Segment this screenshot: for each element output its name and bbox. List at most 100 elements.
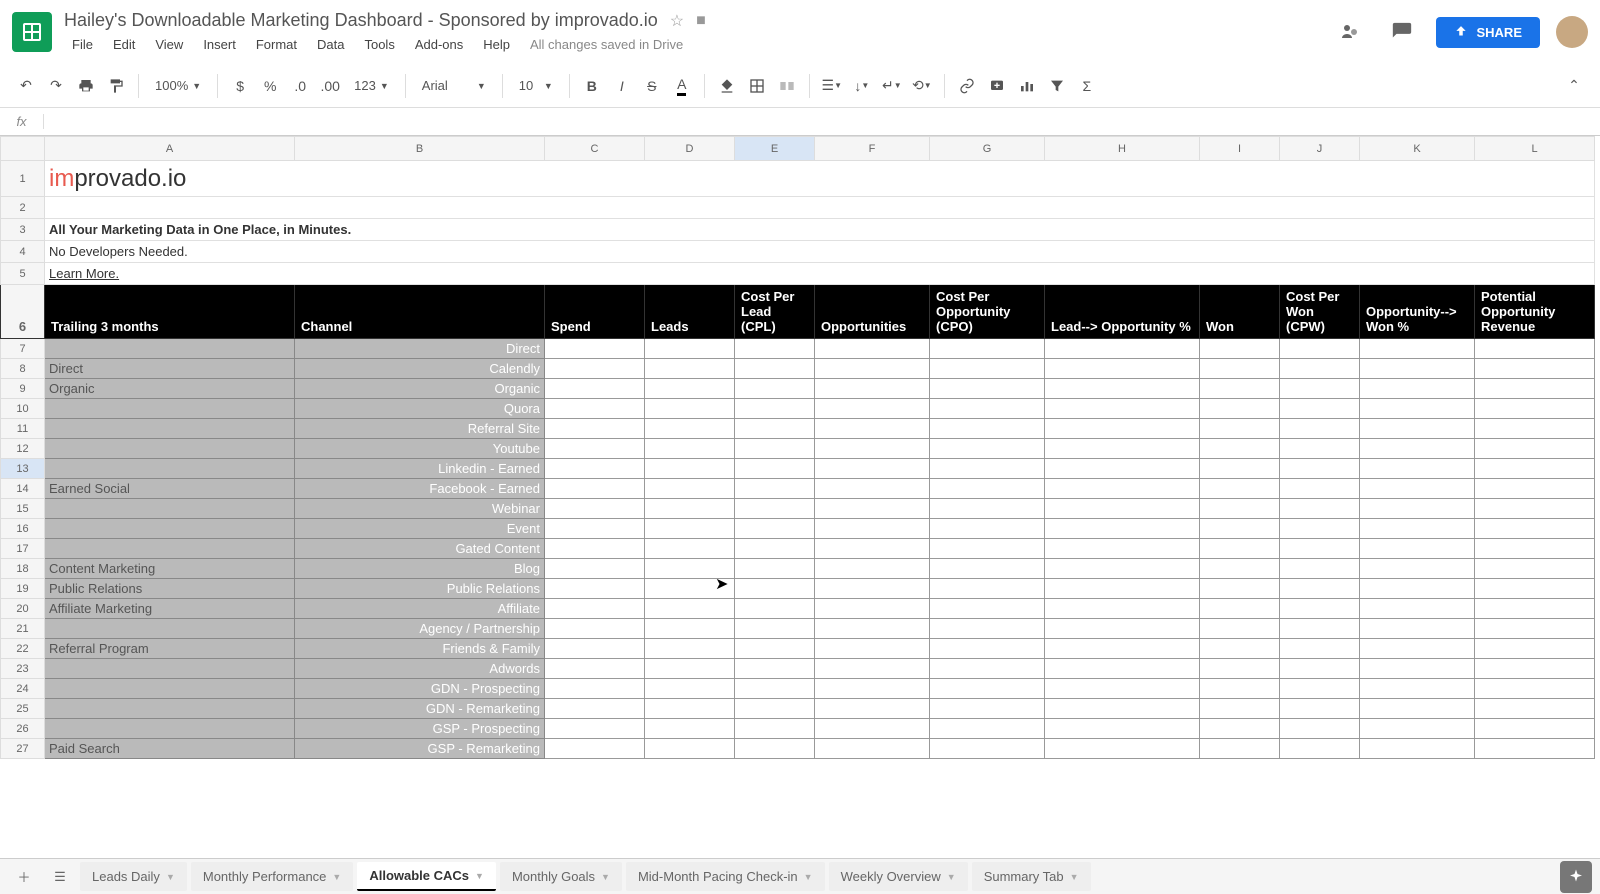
menu-insert[interactable]: Insert: [195, 35, 244, 54]
data-cell[interactable]: [645, 459, 735, 479]
data-cell[interactable]: [645, 519, 735, 539]
data-cell[interactable]: [1280, 699, 1360, 719]
data-cell[interactable]: [930, 539, 1045, 559]
data-cell[interactable]: [735, 739, 815, 759]
data-cell[interactable]: [1360, 619, 1475, 639]
data-cell[interactable]: [1045, 339, 1200, 359]
channel-cell[interactable]: Gated Content: [295, 539, 545, 559]
fill-color-button[interactable]: [713, 72, 741, 100]
data-cell[interactable]: [1045, 599, 1200, 619]
data-cell[interactable]: [735, 399, 815, 419]
data-cell[interactable]: [645, 639, 735, 659]
data-cell[interactable]: [735, 639, 815, 659]
category-cell[interactable]: Organic: [45, 379, 295, 399]
data-cell[interactable]: [815, 479, 930, 499]
data-cell[interactable]: [1475, 519, 1595, 539]
decrease-decimal-button[interactable]: .0: [286, 72, 314, 100]
all-sheets-button[interactable]: ☰: [44, 861, 76, 893]
data-cell[interactable]: [1360, 719, 1475, 739]
text-wrap-button[interactable]: ↵▼: [878, 72, 906, 100]
data-cell[interactable]: [545, 719, 645, 739]
category-cell[interactable]: [45, 439, 295, 459]
data-cell[interactable]: [930, 659, 1045, 679]
percent-button[interactable]: %: [256, 72, 284, 100]
row-header-13[interactable]: 13: [1, 459, 45, 479]
data-cell[interactable]: [1280, 739, 1360, 759]
channel-cell[interactable]: Public Relations: [295, 579, 545, 599]
category-cell[interactable]: [45, 719, 295, 739]
row-header-8[interactable]: 8: [1, 359, 45, 379]
row-header-24[interactable]: 24: [1, 679, 45, 699]
data-cell[interactable]: [735, 719, 815, 739]
data-cell[interactable]: [930, 579, 1045, 599]
data-cell[interactable]: [645, 539, 735, 559]
data-cell[interactable]: [930, 479, 1045, 499]
channel-cell[interactable]: GDN - Remarketing: [295, 699, 545, 719]
col-header-F[interactable]: F: [815, 137, 930, 161]
data-cell[interactable]: [815, 499, 930, 519]
undo-button[interactable]: ↶: [12, 72, 40, 100]
data-cell[interactable]: [930, 679, 1045, 699]
data-cell[interactable]: [1200, 499, 1280, 519]
data-cell[interactable]: [1360, 579, 1475, 599]
channel-cell[interactable]: Linkedin - Earned: [295, 459, 545, 479]
data-cell[interactable]: [1475, 719, 1595, 739]
menu-view[interactable]: View: [147, 35, 191, 54]
data-cell[interactable]: [930, 399, 1045, 419]
data-cell[interactable]: [1045, 459, 1200, 479]
data-cell[interactable]: [815, 379, 930, 399]
data-cell[interactable]: [1200, 679, 1280, 699]
data-cell[interactable]: [1045, 439, 1200, 459]
strikethrough-button[interactable]: S: [638, 72, 666, 100]
data-cell[interactable]: [1200, 399, 1280, 419]
data-cell[interactable]: [1045, 479, 1200, 499]
horizontal-align-button[interactable]: ☰▼: [818, 72, 846, 100]
learn-more-link[interactable]: Learn More.: [45, 263, 1595, 285]
data-cell[interactable]: [1045, 539, 1200, 559]
data-cell[interactable]: [1200, 639, 1280, 659]
data-cell[interactable]: [1045, 639, 1200, 659]
data-cell[interactable]: [1200, 439, 1280, 459]
data-cell[interactable]: [1360, 459, 1475, 479]
data-cell[interactable]: [1360, 679, 1475, 699]
category-cell[interactable]: Content Marketing: [45, 559, 295, 579]
data-cell[interactable]: [1360, 699, 1475, 719]
data-cell[interactable]: [1200, 479, 1280, 499]
data-cell[interactable]: [1475, 339, 1595, 359]
col-header-C[interactable]: C: [545, 137, 645, 161]
data-cell[interactable]: [1475, 579, 1595, 599]
category-cell[interactable]: [45, 519, 295, 539]
data-cell[interactable]: [645, 419, 735, 439]
row-header-10[interactable]: 10: [1, 399, 45, 419]
data-cell[interactable]: [1200, 339, 1280, 359]
col-header-B[interactable]: B: [295, 137, 545, 161]
channel-cell[interactable]: GSP - Remarketing: [295, 739, 545, 759]
font-size-dropdown[interactable]: 10 ▼: [511, 78, 561, 93]
data-cell[interactable]: [645, 559, 735, 579]
data-cell[interactable]: [545, 539, 645, 559]
row-header-11[interactable]: 11: [1, 419, 45, 439]
folder-icon[interactable]: ■: [696, 12, 706, 30]
row-header-12[interactable]: 12: [1, 439, 45, 459]
data-cell[interactable]: [930, 639, 1045, 659]
data-cell[interactable]: [1200, 659, 1280, 679]
data-cell[interactable]: [1475, 459, 1595, 479]
menu-format[interactable]: Format: [248, 35, 305, 54]
menu-help[interactable]: Help: [475, 35, 518, 54]
functions-button[interactable]: Σ: [1073, 72, 1101, 100]
channel-cell[interactable]: Friends & Family: [295, 639, 545, 659]
channel-cell[interactable]: Referral Site: [295, 419, 545, 439]
sheet-tab[interactable]: Monthly Performance▼: [191, 862, 353, 891]
data-cell[interactable]: [645, 739, 735, 759]
user-avatar[interactable]: [1556, 16, 1588, 48]
category-cell[interactable]: Paid Search: [45, 739, 295, 759]
data-cell[interactable]: [815, 459, 930, 479]
data-cell[interactable]: [1475, 739, 1595, 759]
data-cell[interactable]: [815, 539, 930, 559]
data-cell[interactable]: [1360, 559, 1475, 579]
sheet-tab[interactable]: Summary Tab▼: [972, 862, 1091, 891]
text-color-button[interactable]: A: [668, 72, 696, 100]
channel-cell[interactable]: Youtube: [295, 439, 545, 459]
category-cell[interactable]: [45, 339, 295, 359]
comments-icon[interactable]: [1384, 14, 1420, 50]
